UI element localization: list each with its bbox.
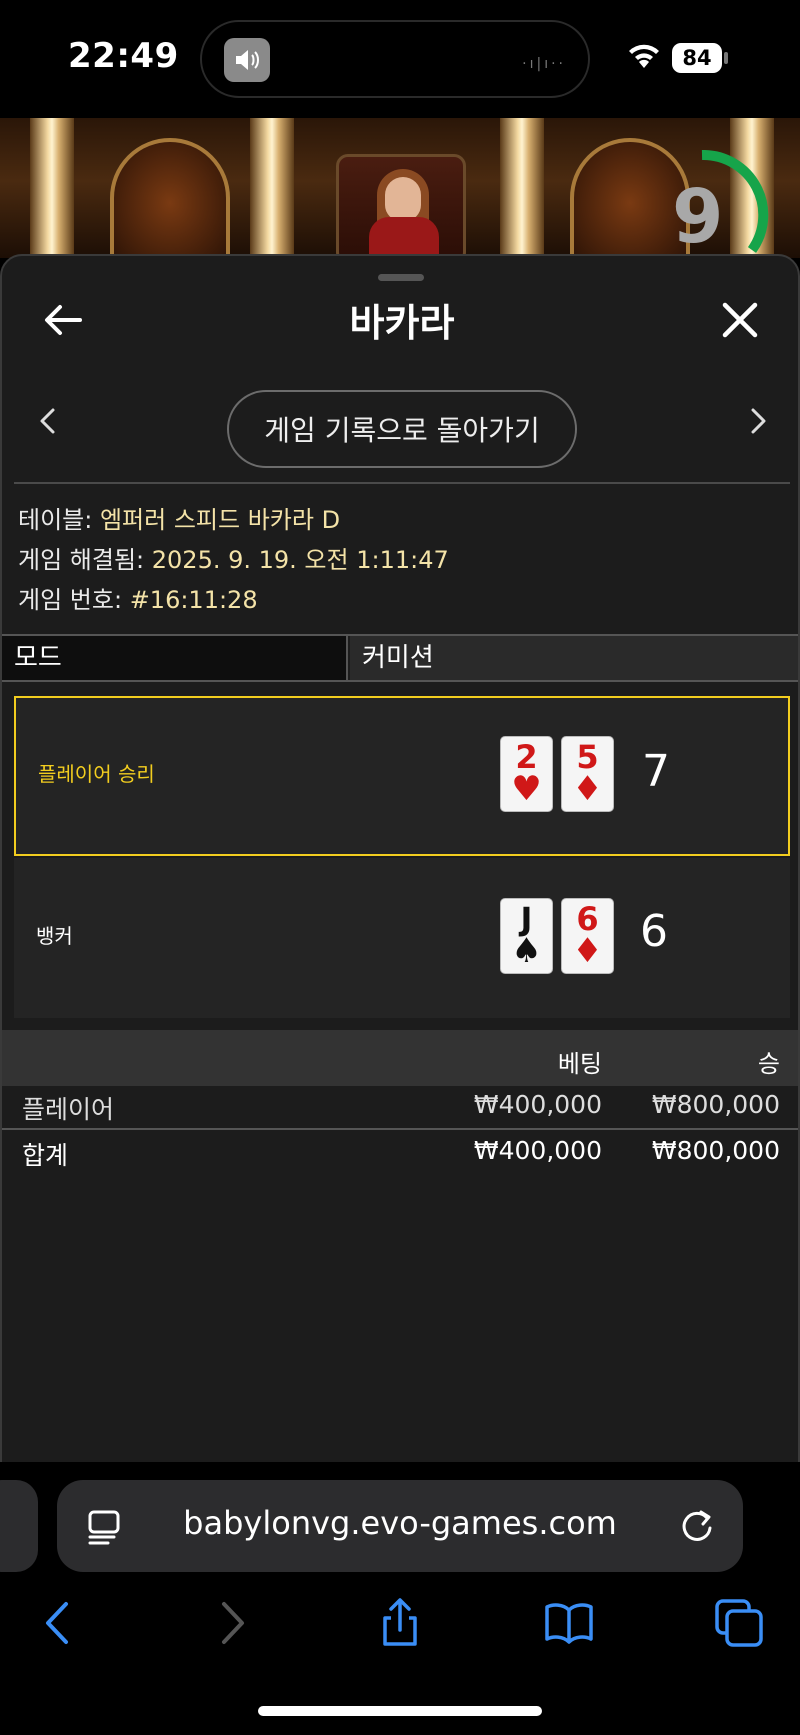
resolved-label: 게임 해결됨: [18,546,145,574]
countdown-number: 9 [672,174,724,260]
table-label: 테이블: [18,506,93,534]
total-row: 합계 ₩400,000 ₩800,000 [2,1132,798,1174]
playing-card: 2 ♥ [500,736,553,812]
table-info: 테이블: 엠퍼러 스피드 바카라 D [18,500,340,535]
total-win-amount: ₩800,000 [651,1136,780,1165]
battery-icon: 84 [672,43,722,73]
back-icon[interactable] [34,1598,84,1648]
mode-row: 모드 커미션 [2,634,798,682]
playing-card: J ♠ [500,898,553,974]
status-bar: 22:49 ·ı|ı·· 84 [0,0,800,118]
divider [14,482,790,484]
banker-result: 뱅커 J ♠ 6 ♦ 6 [14,858,790,1018]
playing-card: 5 ♦ [561,736,614,812]
spade-suit-icon: ♠ [511,931,542,971]
game-detail-sheet: 바카라 게임 기록으로 돌아가기 테이블: 엠퍼러 스피드 바카라 D 게임 해… [0,254,800,1464]
tabs-icon[interactable] [714,1598,764,1648]
win-amount: ₩800,000 [651,1090,780,1119]
chevron-left-icon[interactable] [36,406,60,436]
game-number-label: 게임 번호: [18,586,123,614]
bets-table-header: 베팅 승 [2,1030,798,1086]
heart-suit-icon: ♥ [511,769,542,809]
diamond-suit-icon: ♦ [572,769,603,809]
game-number-info: 게임 번호: #16:11:28 [18,580,258,615]
mode-label: 모드 [2,636,348,680]
result-label: 플레이어 승리 [38,762,155,786]
status-time: 22:49 [68,36,179,76]
bookmarks-icon[interactable] [544,1598,594,1648]
audio-level-icon: ·ı|ı·· [522,56,566,72]
dealer-face [385,177,421,221]
page-title: 바카라 [349,301,455,345]
game-number-value: #16:11:28 [129,586,258,614]
decor-pillar [250,118,294,258]
sheet-grabber[interactable] [378,274,424,281]
table-row: 플레이어 ₩400,000 ₩800,000 [2,1086,798,1128]
decor-arch [110,138,230,258]
chevron-right-icon[interactable] [746,406,770,436]
previous-tab-peek[interactable] [0,1480,38,1572]
result-label: 뱅커 [36,924,73,948]
url-text[interactable]: babylonvg.evo-games.com [57,1504,743,1542]
battery-nub [724,52,728,64]
playing-card: 6 ♦ [561,898,614,974]
decor-pillar [30,118,74,258]
diamond-suit-icon: ♦ [572,931,603,971]
close-icon[interactable] [720,300,760,340]
resolved-info: 게임 해결됨: 2025. 9. 19. 오전 1:11:47 [18,540,449,575]
decor-pillar [500,118,544,258]
hand-score: 7 [642,746,670,797]
wifi-icon [629,44,659,68]
dealer-body [369,217,439,258]
dynamic-island: ·ı|ı·· [200,20,590,98]
browser-toolbar: babylonvg.evo-games.com [0,1462,800,1735]
back-to-history-button[interactable]: 게임 기록으로 돌아가기 [227,390,577,468]
forward-icon[interactable] [206,1598,256,1648]
row-divider [2,1128,798,1130]
address-bar[interactable]: babylonvg.evo-games.com [57,1480,743,1572]
reload-icon[interactable] [677,1506,717,1546]
player-result: 플레이어 승리 2 ♥ 5 ♦ 7 [14,696,790,856]
table-value: 엠퍼러 스피드 바카라 D [99,506,341,534]
share-icon[interactable] [375,1598,425,1648]
speaker-icon [224,38,270,82]
home-indicator[interactable] [258,1706,542,1716]
hand-score: 6 [640,906,668,957]
resolved-value: 2025. 9. 19. 오전 1:11:47 [151,546,449,574]
win-column-header: 승 [757,1050,780,1078]
mode-value: 커미션 [350,636,798,680]
dealer-video [336,154,466,258]
